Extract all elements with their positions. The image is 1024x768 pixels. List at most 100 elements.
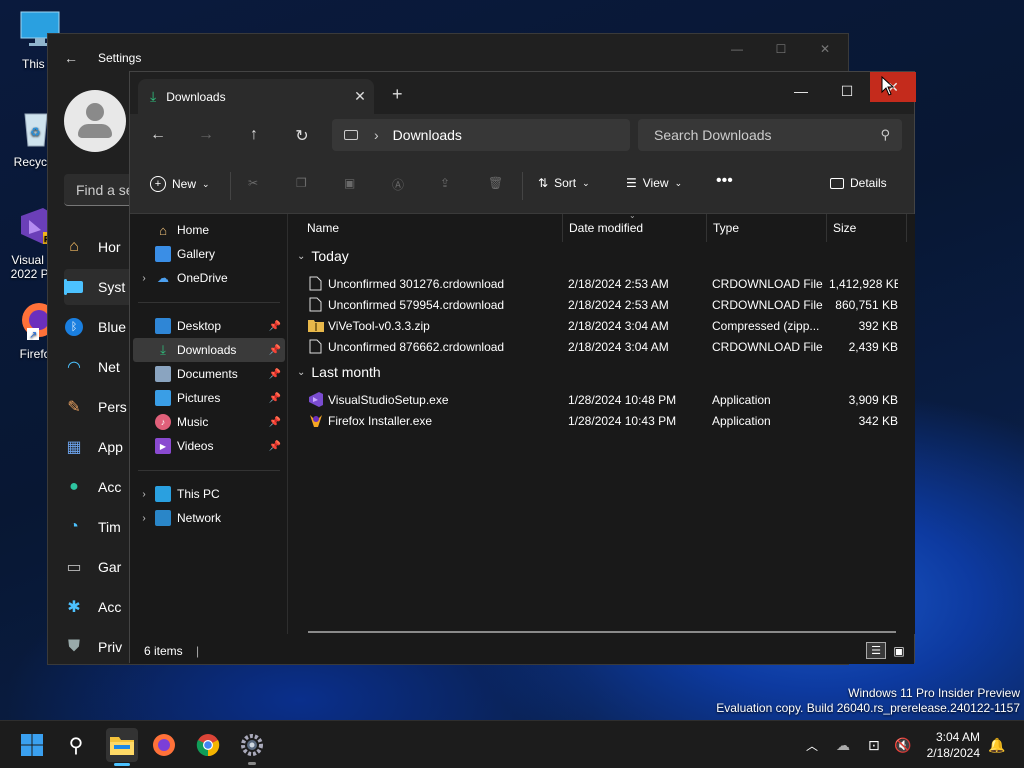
rename-icon[interactable]: Ⓐ xyxy=(392,176,404,193)
refresh-button[interactable]: ↻ xyxy=(290,126,314,146)
address-bar[interactable]: › Downloads xyxy=(332,119,630,151)
file-row[interactable]: Unconfirmed 301276.crdownload 2/18/2024 … xyxy=(289,273,909,294)
file-explorer-window[interactable]: ⤓ Downloads ✕ + — ☐ ✕ ← → ↑ ↻ › Download… xyxy=(129,71,916,664)
details-button[interactable]: Details xyxy=(830,176,887,190)
windows-logo-icon xyxy=(21,734,43,756)
copy-icon[interactable]: ❐ xyxy=(296,176,307,190)
nav-item-onedrive[interactable]: › ☁ OneDrive xyxy=(133,266,285,290)
show-hidden-icons-chevron-icon[interactable]: ︿ xyxy=(806,737,818,754)
group-header-today[interactable]: ⌄ Today xyxy=(297,248,349,264)
network-status-icon[interactable]: ⊡ xyxy=(868,737,880,754)
column-header-size[interactable]: Size xyxy=(827,214,907,242)
chevron-right-icon[interactable]: › xyxy=(133,273,155,284)
file-name: Unconfirmed 579954.crdownload xyxy=(328,298,505,312)
column-header-name[interactable]: Name xyxy=(301,214,563,242)
notification-bell-icon[interactable]: 🔔 xyxy=(988,737,1005,754)
chevron-down-icon: ⌄ xyxy=(582,177,590,188)
nav-item-home[interactable]: ⌂ Home xyxy=(133,218,285,242)
pin-icon[interactable]: 📌 xyxy=(269,393,281,404)
onedrive-offline-icon[interactable]: ☁ xyxy=(836,737,850,754)
more-options-icon[interactable]: ••• xyxy=(716,172,733,190)
file-type: Application xyxy=(712,393,771,407)
home-icon: ⌂ xyxy=(69,238,79,255)
up-button[interactable]: ↑ xyxy=(242,126,266,144)
clock[interactable]: 3:04 AM 2/18/2024 xyxy=(918,729,980,761)
settings-nav-label: Pers xyxy=(98,399,127,415)
divider xyxy=(230,172,231,200)
divider xyxy=(522,172,523,200)
paste-icon[interactable]: ▣ xyxy=(344,176,355,190)
volume-muted-icon[interactable]: 🔇 xyxy=(894,737,911,754)
nav-item-label: This PC xyxy=(177,487,220,501)
nav-item-desktop[interactable]: Desktop 📌 xyxy=(133,314,285,338)
firefox-icon xyxy=(153,734,175,756)
settings-nav-label: Syst xyxy=(98,279,126,295)
file-row[interactable]: Unconfirmed 876662.crdownload 2/18/2024 … xyxy=(289,336,909,357)
settings-nav-label: Gar xyxy=(98,559,122,575)
taskbar-file-explorer[interactable] xyxy=(106,728,138,766)
chevron-right-icon[interactable]: › xyxy=(133,513,155,524)
horizontal-scrollbar[interactable] xyxy=(308,631,896,633)
settings-nav-label: App xyxy=(98,439,123,455)
tiles-view-icon[interactable]: ▣ xyxy=(890,642,908,659)
pictures-folder-icon xyxy=(155,390,171,406)
maximize-button[interactable]: ☐ xyxy=(764,42,798,62)
chevron-right-icon[interactable]: › xyxy=(374,127,379,143)
nav-item-this-pc[interactable]: › This PC xyxy=(133,482,285,506)
delete-icon[interactable]: 🗑 xyxy=(488,176,503,190)
details-view-icon[interactable]: ☰ xyxy=(866,642,886,659)
nav-item-gallery[interactable]: Gallery xyxy=(133,242,285,266)
firefox-icon xyxy=(310,415,322,427)
nav-item-pictures[interactable]: Pictures 📌 xyxy=(133,386,285,410)
share-icon[interactable]: ⇪ xyxy=(440,176,450,190)
column-header-type[interactable]: Type xyxy=(707,214,827,242)
minimize-button[interactable]: — xyxy=(778,76,824,106)
pin-icon[interactable]: 📌 xyxy=(269,321,281,332)
zip-folder-icon xyxy=(308,320,324,332)
file-row[interactable]: VisualStudioSetup.exe 1/28/2024 10:48 PM… xyxy=(289,389,909,410)
pin-icon[interactable]: 📌 xyxy=(269,369,281,380)
maximize-button[interactable]: ☐ xyxy=(824,76,870,106)
close-tab-icon[interactable]: ✕ xyxy=(346,88,374,105)
back-arrow-icon[interactable]: ← xyxy=(64,50,78,66)
close-button[interactable]: ✕ xyxy=(808,42,842,62)
minimize-button[interactable]: — xyxy=(720,42,754,62)
start-button[interactable] xyxy=(18,731,46,759)
sort-button[interactable]: ⇅ Sort ⌄ xyxy=(538,176,590,190)
chevron-right-icon[interactable]: › xyxy=(133,489,155,500)
clock-date: 2/18/2024 xyxy=(926,746,980,760)
search-icon[interactable]: ⚲ xyxy=(62,731,90,759)
svg-text:♻: ♻ xyxy=(30,125,41,139)
pin-icon[interactable]: 📌 xyxy=(269,345,281,356)
nav-item-network[interactable]: › Network xyxy=(133,506,285,530)
plus-circle-icon: + xyxy=(150,176,166,192)
view-button[interactable]: ☰ View ⌄ xyxy=(626,176,682,190)
pin-icon[interactable]: 📌 xyxy=(269,417,281,428)
file-row[interactable]: ViVeTool-v0.3.3.zip 2/18/2024 3:04 AM Co… xyxy=(289,315,909,336)
nav-item-downloads[interactable]: ⤓ Downloads 📌 xyxy=(133,338,285,362)
file-date: 2/18/2024 3:04 AM xyxy=(568,319,669,333)
new-tab-button[interactable]: + xyxy=(392,84,403,105)
taskbar-chrome[interactable] xyxy=(194,731,222,759)
cut-icon[interactable]: ✂ xyxy=(248,176,258,190)
search-input[interactable]: Search Downloads ⚲ xyxy=(638,119,902,151)
nav-item-music[interactable]: ♪ Music 📌 xyxy=(133,410,285,434)
file-date: 2/18/2024 2:53 AM xyxy=(568,298,669,312)
nav-item-videos[interactable]: ▶ Videos 📌 xyxy=(133,434,285,458)
pin-icon[interactable]: 📌 xyxy=(269,441,281,452)
address-location[interactable]: Downloads xyxy=(393,127,462,143)
file-row[interactable]: Unconfirmed 579954.crdownload 2/18/2024 … xyxy=(289,294,909,315)
taskbar-settings[interactable] xyxy=(238,731,266,765)
chevron-down-icon: ⌄ xyxy=(297,250,306,262)
nav-item-label: Music xyxy=(177,415,209,429)
tab-downloads[interactable]: ⤓ Downloads ✕ xyxy=(138,79,374,114)
group-header-last-month[interactable]: ⌄ Last month xyxy=(297,364,381,380)
view-label: View xyxy=(642,176,669,190)
nav-item-documents[interactable]: Documents 📌 xyxy=(133,362,285,386)
new-button[interactable]: + New ⌄ xyxy=(150,176,210,192)
user-avatar[interactable] xyxy=(64,90,126,152)
taskbar-firefox[interactable] xyxy=(150,731,178,759)
file-row[interactable]: Firefox Installer.exe 1/28/2024 10:43 PM… xyxy=(289,410,909,431)
forward-button[interactable]: → xyxy=(194,126,218,144)
back-button[interactable]: ← xyxy=(146,126,170,144)
